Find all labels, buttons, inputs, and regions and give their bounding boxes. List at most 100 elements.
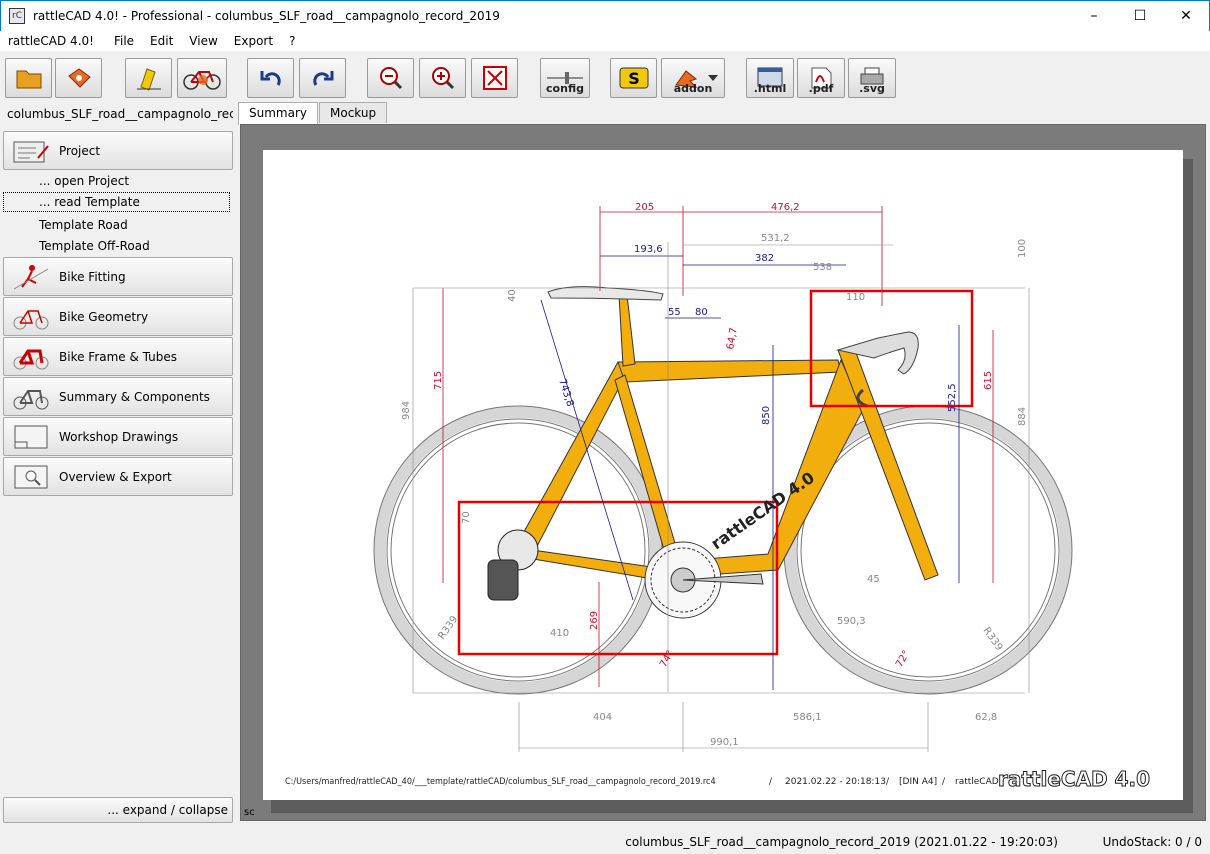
svg-text:531,2: 531,2: [761, 233, 790, 244]
nav-bike-fitting[interactable]: Bike Fitting: [3, 257, 233, 296]
svg-text:205: 205: [635, 202, 654, 213]
menu-view[interactable]: View: [181, 34, 225, 48]
drawing-canvas[interactable]: rattleCAD 4.0 205 476,2 715 615 64,7 269…: [240, 124, 1206, 821]
bike-frame-icon: [10, 342, 52, 372]
footer-path: C:/Users/manfred/rattleCAD_40/___templat…: [285, 777, 716, 787]
svg-text:382: 382: [755, 253, 774, 264]
nav-workshop-drawings[interactable]: Workshop Drawings: [3, 417, 233, 456]
nav-bike-frame-tubes[interactable]: Bike Frame & Tubes: [3, 337, 233, 376]
toolbar: config S addon .html .pdf .svg: [0, 52, 1210, 100]
crankset: [644, 541, 764, 619]
template-offroad-link[interactable]: Template Off-Road: [39, 239, 150, 253]
menu-help[interactable]: ?: [281, 34, 303, 48]
undo-icon: [260, 71, 281, 86]
svg-label: .svg: [859, 82, 885, 95]
rattlecad-logo: rattleCAD 4.0: [998, 767, 1150, 791]
svg-text:72°: 72°: [894, 649, 912, 670]
svg-text:476,2: 476,2: [771, 202, 800, 213]
workshop-drawing-icon: [10, 422, 52, 452]
pencil-icon: [136, 68, 161, 91]
close-button[interactable]: ✕: [1163, 1, 1209, 31]
bike-render-button[interactable]: [177, 58, 227, 98]
project-icon: [10, 136, 52, 166]
export-svg-button[interactable]: .svg: [848, 58, 896, 98]
nav-overview-export[interactable]: Overview & Export: [3, 457, 233, 496]
svg-text:615: 615: [983, 371, 994, 390]
zoom-fit-button[interactable]: [471, 58, 518, 98]
svg-text:586,1: 586,1: [793, 712, 822, 723]
html-label: .html: [753, 82, 787, 95]
expand-collapse-button[interactable]: ... expand / collapse: [3, 797, 233, 823]
overview-export-icon: [10, 462, 52, 492]
pdf-label: .pdf: [808, 82, 834, 95]
status-file: columbus_SLF_road__campagnolo_record_201…: [625, 835, 1058, 849]
nav-project[interactable]: Project: [3, 131, 233, 170]
title-bar: rC rattleCAD 4.0! - Professional - colum…: [0, 0, 1210, 31]
tab-bar: Summary Mockup: [238, 102, 388, 125]
status-bar: columbus_SLF_road__campagnolo_record_201…: [0, 830, 1210, 854]
project-name: columbus_SLF_road__campagnolo_record_201…: [7, 107, 233, 121]
open-project-link[interactable]: ... open Project: [39, 174, 129, 188]
bike-fitting-icon: [10, 262, 52, 292]
footer-date: 2021.02.22 - 20:18:13: [785, 777, 886, 787]
svg-text:R339: R339: [436, 614, 460, 642]
menu-edit[interactable]: Edit: [142, 34, 181, 48]
svg-text:R339: R339: [981, 625, 1005, 653]
nav-bike-geometry-label: Bike Geometry: [59, 309, 149, 324]
svg-text:70: 70: [461, 511, 472, 524]
zoom-in-button[interactable]: [419, 58, 466, 98]
svg-text:55: 55: [668, 307, 681, 318]
read-template-link[interactable]: ... read Template: [39, 195, 140, 209]
drawing-sheet: rattleCAD 4.0 205 476,2 715 615 64,7 269…: [263, 150, 1183, 800]
redo-button[interactable]: [299, 58, 346, 98]
svg-text:74°: 74°: [658, 649, 676, 670]
export-html-button[interactable]: .html: [746, 58, 794, 98]
undo-button[interactable]: [247, 58, 294, 98]
menu-file[interactable]: File: [106, 34, 142, 48]
nav-summary-components[interactable]: Summary & Components: [3, 377, 233, 416]
bike-drawing: rattleCAD 4.0 205 476,2 715 615 64,7 269…: [285, 202, 1151, 792]
export-pdf-button[interactable]: .pdf: [797, 58, 845, 98]
svg-text:538: 538: [813, 262, 832, 273]
window-title: rattleCAD 4.0! - Professional - columbus…: [33, 9, 500, 23]
sketch-s-icon: S: [619, 67, 648, 89]
sketch-button[interactable]: S: [610, 58, 657, 98]
svg-text:715: 715: [433, 371, 444, 390]
addon-button[interactable]: addon: [661, 58, 725, 98]
tab-summary[interactable]: Summary: [238, 102, 318, 125]
tab-mockup[interactable]: Mockup: [319, 102, 388, 123]
footer-app: rattleCAD: [955, 777, 999, 787]
menu-app[interactable]: rattleCAD 4.0!: [0, 34, 106, 48]
redo-icon: [312, 71, 333, 86]
save-button[interactable]: [55, 58, 102, 98]
fit-to-page-icon: [482, 66, 507, 90]
svg-text:110: 110: [846, 292, 865, 303]
app-icon: rC: [9, 8, 25, 24]
nav-workshop-drawings-label: Workshop Drawings: [59, 429, 179, 444]
svg-text:850: 850: [761, 406, 772, 425]
minimize-button[interactable]: –: [1071, 1, 1117, 31]
svg-text:743,8: 743,8: [556, 378, 575, 409]
svg-text:/: /: [886, 777, 890, 787]
maximize-button[interactable]: ☐: [1117, 1, 1163, 31]
edit-pencil-button[interactable]: [125, 58, 172, 98]
config-button[interactable]: config: [540, 58, 590, 98]
template-road-link[interactable]: Template Road: [39, 218, 128, 232]
open-folder-button[interactable]: [5, 58, 52, 98]
svg-text:64,7: 64,7: [725, 327, 740, 351]
nav-project-label: Project: [59, 143, 101, 158]
nav-bike-geometry[interactable]: Bike Geometry: [3, 297, 233, 336]
svg-text:590,3: 590,3: [837, 616, 866, 627]
svg-text:40: 40: [507, 289, 518, 302]
svg-text:990,1: 990,1: [710, 737, 739, 748]
zoom-out-button[interactable]: [367, 58, 414, 98]
menu-export[interactable]: Export: [226, 34, 281, 48]
canvas-corner-label: sc: [244, 807, 255, 818]
summary-components-icon: [10, 382, 52, 412]
svg-text:410: 410: [550, 628, 569, 639]
save-disk-icon: [67, 68, 91, 88]
svg-text:984: 984: [401, 401, 412, 420]
svg-text:62,8: 62,8: [975, 712, 997, 723]
zoom-in-icon: [431, 67, 454, 90]
left-panel: columbus_SLF_road__campagnolo_record_201…: [0, 100, 238, 825]
